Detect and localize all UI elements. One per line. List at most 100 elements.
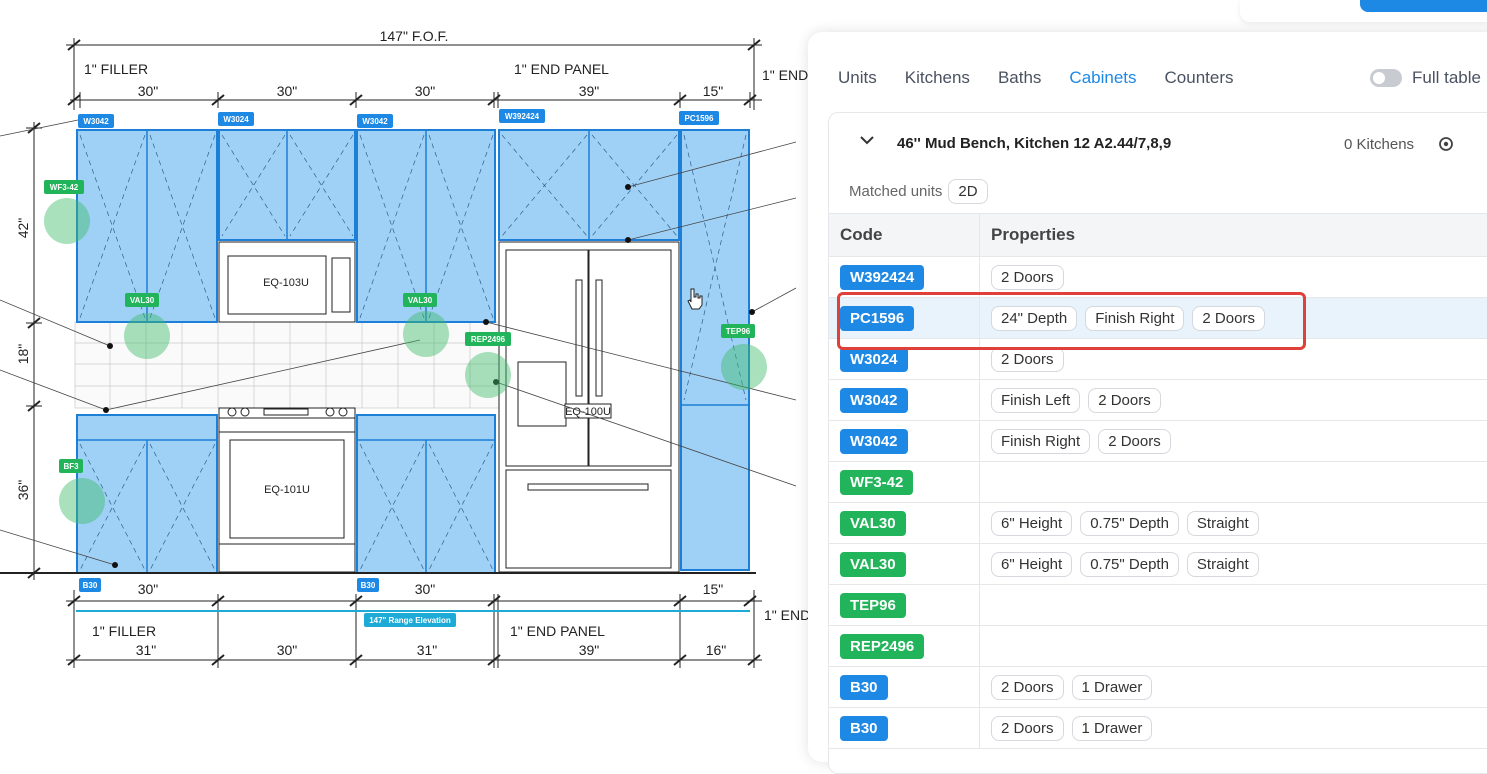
svg-text:W392424: W392424 [505, 112, 540, 121]
svg-text:W3042: W3042 [362, 117, 388, 126]
property-pill[interactable]: 2 Doors [1098, 429, 1171, 454]
svg-text:147" Range Elevation: 147" Range Elevation [369, 616, 451, 625]
tag-w392424[interactable]: W392424 [499, 109, 545, 123]
matched-label: Matched units [849, 183, 942, 200]
property-pill[interactable]: Straight [1187, 552, 1259, 577]
properties-cell [980, 626, 1487, 667]
dim-top-2: 30" [277, 83, 298, 99]
code-badge[interactable]: W3042 [840, 429, 908, 454]
table-row[interactable]: VAL30 6" Height 0.75" Depth Straight [829, 544, 1487, 585]
code-badge[interactable]: PC1596 [840, 306, 914, 331]
table-row[interactable]: W3024 2 Doors [829, 339, 1487, 380]
tag-w3042-a[interactable]: W3042 [78, 114, 114, 128]
code-cell: B30 [829, 708, 980, 749]
tag-w3024[interactable]: W3024 [218, 112, 254, 126]
tab-kitchens[interactable]: Kitchens [905, 68, 970, 88]
code-badge[interactable]: W392424 [840, 265, 924, 290]
tab-baths[interactable]: Baths [998, 68, 1041, 88]
tab-units[interactable]: Units [838, 68, 877, 88]
tag-b30-a[interactable]: B30 [79, 578, 101, 592]
tag-tep96[interactable]: TEP96 [721, 324, 755, 338]
code-cell: W3042 [829, 421, 980, 462]
dim-bottom-1: 30" [138, 581, 159, 597]
end-label-bottom: 1" END [764, 607, 810, 623]
code-cell: PC1596 [829, 298, 980, 339]
property-list: 2 Doors [991, 265, 1487, 290]
property-list: 6" Height 0.75" Depth Straight [991, 552, 1487, 577]
property-pill[interactable]: 0.75" Depth [1080, 552, 1179, 577]
property-pill[interactable]: 2 Doors [1088, 388, 1161, 413]
code-badge[interactable]: W3042 [840, 388, 908, 413]
code-badge[interactable]: W3024 [840, 347, 908, 372]
tag-bf3[interactable]: BF3 [59, 459, 83, 473]
property-pill[interactable]: 2 Doors [991, 347, 1064, 372]
code-badge[interactable]: WF3-42 [840, 470, 913, 495]
filler-label-bottom: 1" FILLER [92, 623, 156, 639]
tab-counters[interactable]: Counters [1165, 68, 1234, 88]
property-pill[interactable]: 1 Drawer [1072, 675, 1153, 700]
property-pill[interactable]: 6" Height [991, 511, 1072, 536]
table-row[interactable]: B30 2 Doors 1 Drawer [829, 667, 1487, 708]
tag-wf342[interactable]: WF3-42 [44, 180, 84, 194]
property-pill[interactable]: 0.75" Depth [1080, 511, 1179, 536]
property-pill[interactable]: 24" Depth [991, 306, 1077, 331]
tag-b30-b[interactable]: B30 [357, 578, 379, 592]
hand-cursor-icon [686, 287, 704, 311]
code-header[interactable]: Code [829, 214, 980, 257]
code-badge[interactable]: B30 [840, 716, 888, 741]
property-pill[interactable]: 2 Doors [991, 675, 1064, 700]
code-badge[interactable]: B30 [840, 675, 888, 700]
property-pill[interactable]: 1 Drawer [1072, 716, 1153, 741]
tag-range-elevation[interactable]: 147" Range Elevation [364, 613, 456, 627]
code-cell: W3042 [829, 380, 980, 421]
tag-val30-b[interactable]: VAL30 [403, 293, 437, 307]
end-panel-label-bottom: 1" END PANEL [510, 623, 605, 639]
eq-101u-label: EQ-101U [264, 484, 310, 496]
svg-text:PC1596: PC1596 [685, 114, 714, 123]
code-badge[interactable]: REP2496 [840, 634, 924, 659]
table-row[interactable]: VAL30 6" Height 0.75" Depth Straight [829, 503, 1487, 544]
vert-dim-backsplash: 18" [15, 344, 31, 365]
full-table-toggle[interactable] [1370, 69, 1402, 87]
tag-pc1596[interactable]: PC1596 [679, 111, 719, 125]
properties-cell: 6" Height 0.75" Depth Straight [980, 503, 1487, 544]
svg-text:REP2496: REP2496 [471, 335, 506, 344]
table-row[interactable]: WF3-42 [829, 462, 1487, 503]
code-badge[interactable]: VAL30 [840, 511, 906, 536]
property-pill[interactable]: 2 Doors [991, 265, 1064, 290]
table-row[interactable]: B30 2 Doors 1 Drawer [829, 708, 1487, 749]
property-pill[interactable]: Finish Right [991, 429, 1090, 454]
tag-val30-a[interactable]: VAL30 [125, 293, 159, 307]
target-icon[interactable] [1438, 136, 1454, 152]
chevron-down-icon[interactable] [859, 135, 875, 145]
code-badge[interactable]: VAL30 [840, 552, 906, 577]
property-pill[interactable]: 2 Doors [1192, 306, 1265, 331]
property-pill[interactable]: Finish Right [1085, 306, 1184, 331]
overall-bottom-3: 31" [417, 642, 438, 658]
properties-cell: Finish Left 2 Doors [980, 380, 1487, 421]
property-pill[interactable]: 2 Doors [991, 716, 1064, 741]
table-row[interactable]: W3042 Finish Right 2 Doors [829, 421, 1487, 462]
property-pill[interactable]: Straight [1187, 511, 1259, 536]
svg-text:W3042: W3042 [83, 117, 109, 126]
property-pill[interactable]: 6" Height [991, 552, 1072, 577]
tag-rep2496[interactable]: REP2496 [465, 332, 511, 346]
top-primary-button[interactable] [1360, 0, 1487, 12]
tag-w3042-b[interactable]: W3042 [357, 114, 393, 128]
table-row[interactable]: TEP96 [829, 585, 1487, 626]
svg-text:BF3: BF3 [63, 462, 79, 471]
dim-top-4: 39" [579, 83, 600, 99]
properties-cell: 2 Doors 1 Drawer [980, 708, 1487, 749]
tab-cabinets[interactable]: Cabinets [1069, 68, 1136, 88]
card-header[interactable]: 46'' Mud Bench, Kitchen 12 A2.44/7,8,9 0… [829, 113, 1487, 175]
table-row[interactable]: W392424 2 Doors [829, 257, 1487, 298]
code-badge[interactable]: TEP96 [840, 593, 906, 618]
properties-header[interactable]: Properties [980, 214, 1487, 257]
table-row[interactable]: PC1596 24" Depth Finish Right 2 Doors [829, 298, 1487, 339]
property-pill[interactable]: Finish Left [991, 388, 1080, 413]
svg-text:W3024: W3024 [223, 115, 249, 124]
table-row[interactable]: REP2496 [829, 626, 1487, 667]
table-row[interactable]: W3042 Finish Left 2 Doors [829, 380, 1487, 421]
marker-val30-a [124, 313, 170, 359]
matched-unit-pill[interactable]: 2D [948, 179, 987, 204]
